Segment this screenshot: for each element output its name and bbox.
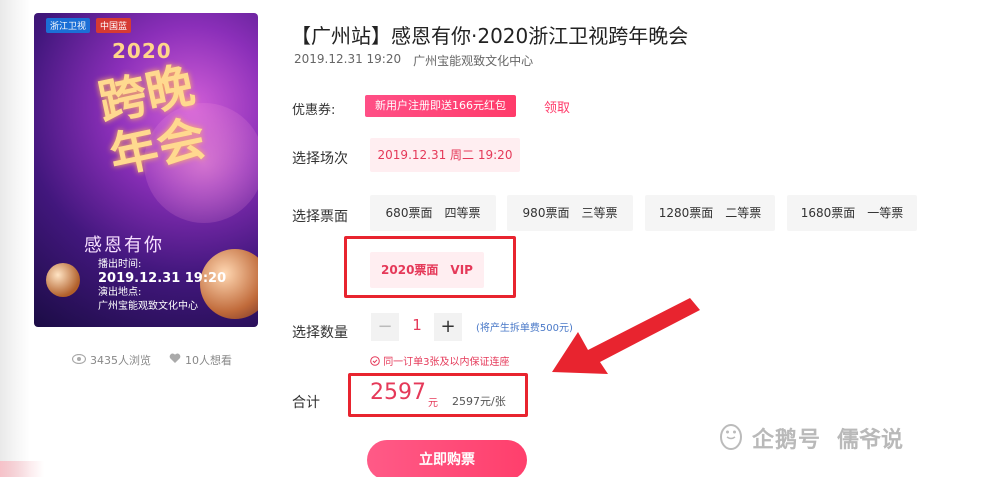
china-blue-logo: 中国蓝 [96,17,132,33]
heart-icon [169,353,181,367]
event-datetime: 2019.12.31 19:20 [294,52,402,66]
left-edge-shade [0,0,30,477]
session-label: 选择场次 [292,151,348,167]
session-option[interactable]: 2019.12.31 周二 19:20 [370,138,520,172]
poster-stats: 3435人浏览 10人想看 [71,352,232,368]
total-label: 合计 [292,395,320,411]
zhejiang-tv-logo: 浙江卫视 [46,17,91,33]
poster-orb [46,263,80,297]
quantity-decrement-button[interactable]: − [371,313,399,341]
penguin-logo-icon [718,422,744,454]
event-meta: 2019.12.31 19:20 广州宝能观致文化中心 [294,52,533,69]
coupon-badge[interactable]: 新用户注册即送166元红包 [365,95,516,117]
poster-info: 播出时间: 2019.12.31 19:20 演出地点: 广州宝能观致文化中心 [98,258,226,314]
claim-coupon-link[interactable]: 领取 [544,97,570,116]
poster-subtitle: 感恩有你 [84,235,164,256]
corner-accent [0,461,44,477]
poster-title-char: 会 [151,110,211,175]
vip-highlight-box [344,236,516,298]
wants-count: 10人想看 [185,354,232,367]
price-option-1680[interactable]: 1680票面 一等票 [787,195,917,231]
annotation-arrow-icon [552,298,700,374]
watermark: 企鹅号 儒爷说 [718,422,903,454]
eye-icon [71,353,87,367]
event-title: 【广州站】感恩有你·2020浙江卫视跨年晚会 [291,24,689,48]
quantity-label: 选择数量 [292,325,348,341]
quantity-increment-button[interactable]: + [434,313,462,341]
quantity-value[interactable]: 1 [406,316,428,334]
seat-guarantee: 同一订单3张及以内保证连座 [370,353,510,368]
buy-now-button[interactable]: 立即购票 [367,440,527,477]
event-poster[interactable]: 浙江卫视 中国蓝 2020 跨晚 年会 感恩有你 播出时间: 2019.12.3… [34,13,258,327]
watermark-platform: 企鹅号 [752,428,822,453]
poster-year: 2020 [112,39,172,63]
price-label: 选择票面 [292,209,348,225]
views-stat: 3435人浏览 [71,352,151,368]
event-venue: 广州宝能观致文化中心 [413,54,534,68]
poster-place-value: 广州宝能观致文化中心 [98,301,198,312]
price-option-680[interactable]: 680票面 四等票 [370,195,496,231]
price-option-980[interactable]: 980票面 三等票 [507,195,633,231]
watermark-author: 儒爷说 [837,428,904,453]
coupon-label: 优惠券: [292,103,336,118]
views-count: 3435人浏览 [90,354,151,367]
check-circle-icon [370,356,383,368]
seat-guarantee-text: 同一订单3张及以内保证连座 [383,357,510,368]
poster-place-label: 演出地点: [98,287,142,298]
poster-logos: 浙江卫视 中国蓝 [46,17,132,33]
price-option-1280[interactable]: 1280票面 二等票 [645,195,775,231]
wants-stat[interactable]: 10人想看 [169,352,232,368]
poster-time-label: 播出时间: [98,259,142,270]
total-highlight-box [348,373,528,417]
poster-time-value: 2019.12.31 19:20 [98,271,227,286]
